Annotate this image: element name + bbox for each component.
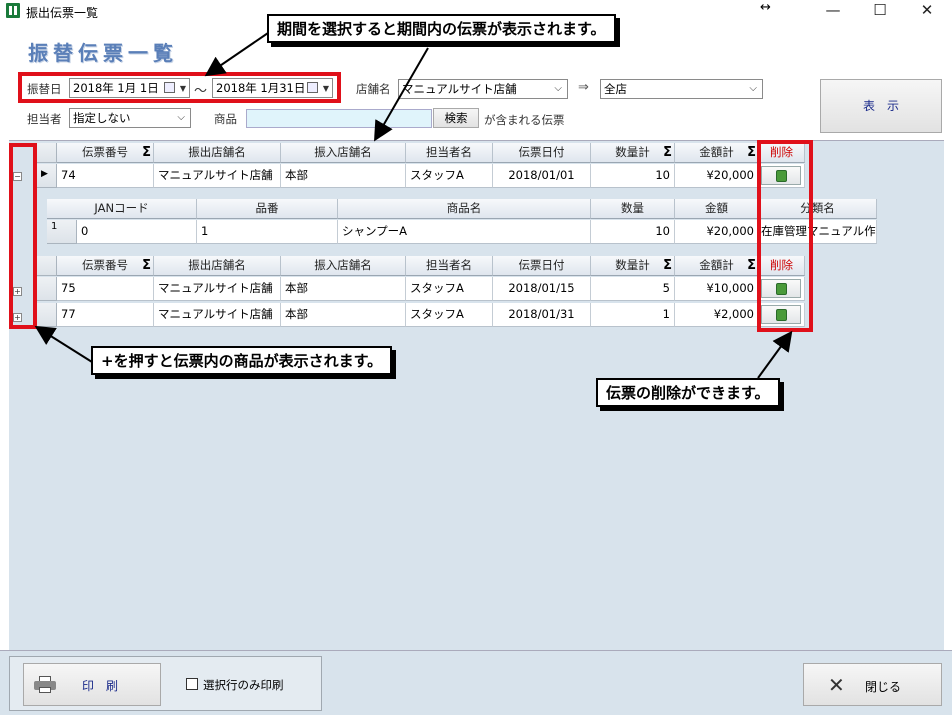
- close-icon: ✕: [828, 673, 845, 697]
- print-button[interactable]: 印 刷: [23, 663, 161, 706]
- print-button-label: 印 刷: [82, 679, 119, 693]
- arrow-to-expander: [34, 325, 93, 363]
- annotation-delete: 伝票の削除ができます。: [596, 378, 780, 407]
- arrow-to-date-range: [204, 32, 269, 77]
- print-selected-checkbox[interactable]: [186, 678, 198, 690]
- printer-icon: [34, 676, 56, 694]
- print-selected-label: 選択行のみ印刷: [203, 678, 284, 692]
- arrow-to-grid-header: [373, 47, 429, 142]
- annotation-period: 期間を選択すると期間内の伝票が表示されます。: [267, 14, 616, 43]
- close-button-label: 閉じる: [865, 680, 902, 694]
- annotation-expand: +を押すと伝票内の商品が表示されます。: [91, 346, 393, 375]
- close-button[interactable]: ✕ 閉じる: [803, 663, 942, 706]
- arrow-to-delete: [757, 330, 793, 379]
